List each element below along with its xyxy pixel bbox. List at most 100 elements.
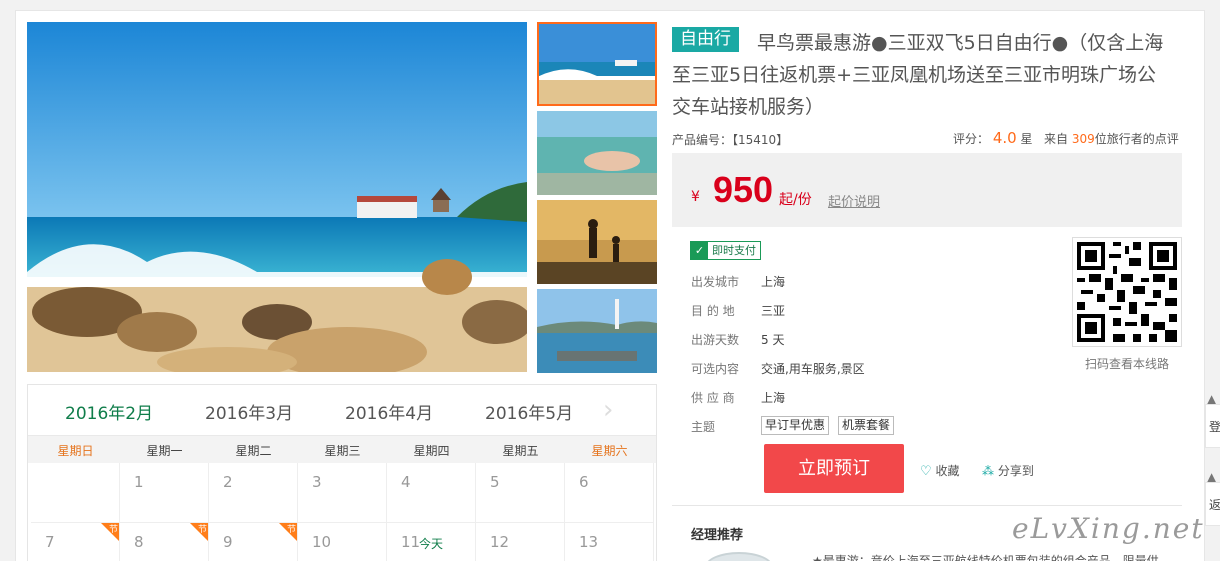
calendar-day[interactable]: 1 [120, 463, 209, 523]
thumbnail-2[interactable] [537, 111, 657, 195]
heart-icon: ♡ [920, 464, 932, 479]
weekday-label: 星期日 [57, 444, 94, 458]
holiday-tag-label: 节 [197, 525, 207, 535]
reviews-suffix: 位旅行者的点评 [1094, 132, 1179, 146]
day-number: 4 [401, 473, 411, 491]
page: 2016年2月 2016年3月 2016年4月 2016年5月 › 星期日 星期… [0, 0, 1220, 561]
favorite-label: 收藏 [935, 464, 960, 478]
thumbnail-3[interactable] [537, 200, 657, 284]
qr-caption: 扫码查看本线路 [1085, 357, 1170, 371]
day-number: 10 [312, 533, 332, 551]
product-title-line-2: 至三亚5日往返机票+三亚凤凰机场送至三亚市明珠广场公 [672, 64, 1157, 86]
tab-month-3[interactable]: 2016年4月 [345, 399, 433, 424]
product-code-label: 产品编号： [672, 133, 733, 147]
side-tab-label: 返 [1209, 498, 1220, 512]
price-box: ¥ 950 起/份 起价说明 [672, 153, 1182, 227]
info-value-supplier: 上海 [761, 391, 786, 405]
review-count[interactable]: 309 [1072, 132, 1095, 146]
calendar-day-today[interactable]: 11 今天 [387, 523, 476, 561]
thumbnail-1[interactable] [537, 22, 657, 106]
calendar-day[interactable]: 7 节 [31, 523, 120, 561]
weekday-label: 星期六 [591, 444, 628, 458]
manager-recommend-title: 经理推荐 [691, 528, 744, 543]
day-number: 3 [312, 473, 322, 491]
day-number: 1 [134, 473, 144, 491]
instant-pay-badge: ✓ 即时支付 [690, 241, 761, 260]
calendar-day[interactable]: 4 [387, 463, 476, 523]
side-back-tab[interactable]: 返 [1205, 482, 1220, 526]
calendar-day[interactable]: 8 节 [120, 523, 209, 561]
weekday-label: 星期四 [413, 444, 450, 458]
info-value-departure: 上海 [761, 275, 786, 289]
weekday-label: 星期三 [324, 444, 361, 458]
category-badge: 自由行 [672, 27, 739, 52]
info-value-days: 5 天 [761, 333, 785, 347]
site-watermark: eLvXing.net [1012, 512, 1205, 545]
tab-month-1[interactable]: 2016年2月 [65, 399, 153, 424]
weekday-label: 星期二 [235, 444, 272, 458]
product-title-line-3: 交车站接机服务） [672, 96, 825, 118]
info-label-departure: 出发城市 [691, 275, 740, 289]
share-button[interactable]: ⁂ 分享到 [982, 462, 1034, 479]
calendar-day[interactable]: 10 [298, 523, 387, 561]
info-label-theme: 主题 [691, 420, 716, 434]
calendar-day[interactable]: 6 [565, 463, 654, 523]
info-value-destination: 三亚 [761, 304, 786, 318]
calendar-grid: 1 2 3 4 5 6 7 节 8 节 9 节 10 11 今天 12 13 [28, 463, 656, 561]
thumbnail-4[interactable] [537, 289, 657, 373]
day-number: 7 [45, 533, 55, 551]
calendar-month-tabs: 2016年2月 2016年3月 2016年4月 2016年5月 › [28, 385, 656, 435]
day-number: 8 [134, 533, 144, 551]
info-value-options: 交通,用车服务,景区 [761, 362, 865, 376]
day-number: 12 [490, 533, 510, 551]
day-number: 5 [490, 473, 500, 491]
side-login-tab[interactable]: 登 [1205, 404, 1220, 448]
score-value: 4.0 [992, 129, 1017, 147]
calendar-weekday-header: 星期日 星期一 星期二 星期三 星期四 星期五 星期六 [28, 435, 656, 463]
price-calendar: 2016年2月 2016年3月 2016年4月 2016年5月 › 星期日 星期… [27, 384, 657, 561]
info-label-options: 可选内容 [691, 362, 740, 376]
price-note-link[interactable]: 起价说明 [828, 191, 880, 210]
score-label: 评分： [953, 132, 990, 146]
divider [672, 505, 1182, 506]
calendar-day[interactable]: 5 [476, 463, 565, 523]
day-number: 6 [579, 473, 589, 491]
theme-tag-early-bird[interactable]: 早订早优惠 [761, 416, 830, 435]
side-tab-label: 登 [1209, 420, 1220, 434]
calendar-day[interactable]: 3 [298, 463, 387, 523]
holiday-tag-label: 节 [286, 525, 296, 535]
qr-code [1072, 237, 1182, 347]
theme-tag-flight-package[interactable]: 机票套餐 [838, 416, 895, 435]
reviews-from-label: 来自 [1044, 132, 1069, 146]
check-icon: ✓ [691, 242, 708, 259]
price-amount: 950 [713, 169, 774, 210]
day-number: 11 [401, 533, 421, 551]
tab-month-4[interactable]: 2016年5月 [485, 399, 573, 424]
day-number: 2 [223, 473, 233, 491]
calendar-day[interactable]: 2 [209, 463, 298, 523]
calendar-day[interactable]: 9 节 [209, 523, 298, 561]
holiday-tag-label: 节 [108, 525, 118, 535]
product-code: 产品编号：【15410】 [672, 131, 788, 148]
weekday-label: 星期五 [502, 444, 539, 458]
share-label: 分享到 [997, 464, 1034, 478]
calendar-day[interactable]: 13 [565, 523, 654, 561]
score-unit: 星 [1020, 132, 1033, 146]
main-photo[interactable] [27, 22, 527, 372]
tab-month-2[interactable]: 2016年3月 [205, 399, 293, 424]
product-title-line-1: 早鸟票最惠游●三亚双飞5日自由行●（仅含上海 [757, 32, 1164, 54]
rating: 评分： 4.0 星 来自 309位旅行者的点评 [953, 129, 1179, 147]
price-unit: 起/份 [779, 192, 812, 208]
share-icon: ⁂ [982, 464, 994, 478]
info-label-days: 出游天数 [691, 333, 740, 347]
book-now-button[interactable]: 立即预订 [764, 444, 904, 493]
info-label-supplier: 供 应 商 [691, 391, 735, 405]
calendar-day [31, 463, 120, 523]
favorite-button[interactable]: ♡ 收藏 [920, 462, 960, 479]
instant-pay-label: 即时支付 [712, 244, 756, 257]
manager-recommend-text: ★最惠游：竞价上海至三亚航线特价机票包装的组合产品，限量供 [812, 554, 1159, 561]
day-number: 13 [579, 533, 599, 551]
day-number: 9 [223, 533, 233, 551]
calendar-day[interactable]: 12 [476, 523, 565, 561]
chevron-right-icon[interactable]: › [603, 395, 623, 425]
